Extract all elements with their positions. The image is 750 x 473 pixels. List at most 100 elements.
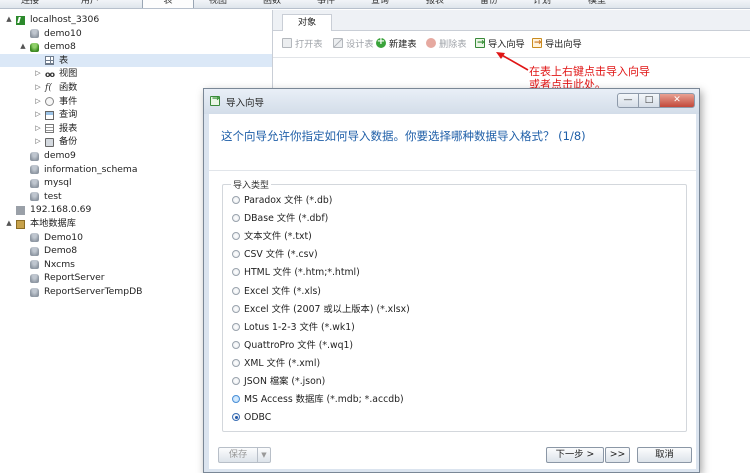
radio-selected-icon[interactable] bbox=[232, 413, 240, 422]
tree-item-label: Nxcms bbox=[44, 258, 75, 270]
radio-icon[interactable] bbox=[232, 340, 240, 349]
export-wizard-button[interactable]: 导出向导 bbox=[532, 36, 582, 52]
query-icon bbox=[45, 110, 54, 120]
new-table-icon bbox=[376, 35, 386, 49]
minimize-button[interactable]: — bbox=[617, 93, 639, 108]
radio-icon[interactable] bbox=[232, 358, 240, 367]
radio-icon[interactable] bbox=[232, 232, 240, 241]
toolbar-button-8[interactable]: 备份 bbox=[468, 0, 510, 8]
maximize-button[interactable]: □ bbox=[638, 93, 660, 108]
database-icon bbox=[30, 260, 39, 270]
main-toolbar: 连接 用户 表视图 函数 事件 查询 报表 备份 计划 模型 bbox=[0, 0, 750, 9]
toolbar-button-9[interactable]: 计划 bbox=[521, 0, 563, 8]
collapse-arrow-icon[interactable]: ▷ bbox=[34, 95, 42, 109]
tree-item-label: 备份 bbox=[59, 136, 78, 148]
import-type-option[interactable]: Lotus 1-2-3 文件 (*.wk1) bbox=[232, 322, 355, 334]
import-wizard-dialog: 导入向导 — □ ✕ 这个向导允许你指定如何导入数据。你要选择哪种数据导入格式？… bbox=[203, 88, 700, 473]
radio-icon[interactable] bbox=[232, 304, 240, 313]
import-type-option[interactable]: HTML 文件 (*.htm;*.html) bbox=[232, 267, 360, 279]
import-type-option[interactable]: Paradox 文件 (*.db) bbox=[232, 195, 332, 207]
toolbar-button-2[interactable]: 表 bbox=[142, 0, 194, 8]
save-dropdown-button[interactable]: ▼ bbox=[257, 447, 271, 463]
toolbar-button-3[interactable]: 视图 bbox=[197, 0, 239, 8]
collapse-arrow-icon[interactable]: ▷ bbox=[34, 108, 42, 122]
tree-item-label: demo9 bbox=[44, 150, 76, 161]
import-type-option-label: ODBC bbox=[244, 412, 272, 424]
database-icon bbox=[30, 192, 39, 202]
radio-icon[interactable] bbox=[232, 377, 240, 385]
tree-item-label: 表 bbox=[59, 54, 69, 66]
radio-icon[interactable] bbox=[232, 322, 240, 331]
import-type-option-label: DBase 文件 (*.dbf) bbox=[244, 213, 329, 225]
toolbar-button-7[interactable]: 报表 bbox=[414, 0, 456, 8]
save-button[interactable]: 保存 bbox=[218, 447, 258, 463]
import-type-option[interactable]: XML 文件 (*.xml) bbox=[232, 358, 320, 370]
delete-table-icon bbox=[426, 38, 436, 48]
tree-item-label: localhost_3306 bbox=[30, 14, 100, 25]
radio-icon[interactable] bbox=[232, 250, 240, 259]
collapse-arrow-icon[interactable]: ▷ bbox=[34, 81, 42, 95]
import-type-option[interactable]: QuattroPro 文件 (*.wq1) bbox=[232, 340, 353, 352]
annotation-line-1: 在表上右键点击导入向导 bbox=[529, 65, 650, 78]
radio-icon[interactable] bbox=[232, 214, 240, 223]
radio-icon[interactable] bbox=[232, 395, 240, 404]
close-button[interactable]: ✕ bbox=[659, 93, 695, 108]
radio-icon[interactable] bbox=[232, 286, 240, 295]
toolbar-button-label: 设计表 bbox=[346, 39, 374, 50]
expand-arrow-icon[interactable]: ▲ bbox=[19, 40, 27, 54]
tree-item[interactable]: ▷ oo 视图 bbox=[0, 67, 272, 81]
import-type-option[interactable]: Excel 文件 (2007 或以上版本) (*.xlsx) bbox=[232, 304, 410, 316]
tree-item[interactable]: ▲ localhost_3306 bbox=[0, 13, 272, 27]
database-icon bbox=[30, 246, 39, 256]
collapse-arrow-icon[interactable]: ▷ bbox=[34, 135, 42, 149]
tree-item[interactable]: ▲ demo8 bbox=[0, 40, 272, 54]
import-type-option-label: JSON 檔案 (*.json) bbox=[244, 376, 326, 387]
database-icon bbox=[30, 29, 39, 39]
cancel-button[interactable]: 取消 bbox=[637, 447, 692, 463]
view-icon: oo bbox=[45, 69, 55, 79]
toolbar-button-label: 导出向导 bbox=[545, 39, 582, 50]
import-type-option[interactable]: MS Access 数据库 (*.mdb; *.accdb) bbox=[232, 394, 404, 406]
tree-item[interactable]: 表 bbox=[0, 53, 272, 68]
next-button[interactable]: 下一步 > bbox=[546, 447, 604, 463]
import-type-option[interactable]: ODBC bbox=[232, 412, 271, 424]
radio-icon[interactable] bbox=[232, 268, 240, 277]
object-tab-bar: 对象 bbox=[273, 10, 750, 31]
expand-arrow-icon[interactable]: ▲ bbox=[5, 217, 13, 231]
import-type-option[interactable]: Excel 文件 (*.xls) bbox=[232, 286, 321, 298]
tab-objects[interactable]: 对象 bbox=[282, 14, 332, 31]
toolbar-button-5[interactable]: 事件 bbox=[305, 0, 347, 8]
toolbar-button-4[interactable]: 函数 bbox=[251, 0, 293, 8]
database-open-icon bbox=[30, 42, 39, 52]
design-table-button[interactable]: 设计表 bbox=[333, 38, 374, 52]
import-type-option[interactable]: 文本文件 (*.txt) bbox=[232, 231, 312, 243]
import-type-group: 导入类型 Paradox 文件 (*.db) DBase 文件 (*.dbf) 文本… bbox=[222, 178, 687, 432]
import-type-option-label: 文本文件 (*.txt) bbox=[244, 231, 312, 243]
tree-item[interactable]: demo10 bbox=[0, 27, 272, 41]
tree-item-label: 192.168.0.69 bbox=[30, 204, 92, 216]
radio-icon[interactable] bbox=[232, 196, 240, 204]
import-type-option-label: CSV 文件 (*.csv) bbox=[244, 249, 318, 261]
tree-item-label: test bbox=[44, 190, 62, 202]
expand-arrow-icon[interactable]: ▲ bbox=[5, 13, 13, 27]
toolbar-button-1[interactable]: 用户 bbox=[70, 0, 110, 8]
tree-item-label: demo8 bbox=[44, 41, 76, 53]
new-table-button[interactable]: 新建表 bbox=[376, 35, 417, 52]
import-type-option-label: Excel 文件 (2007 或以上版本) (*.xlsx) bbox=[244, 303, 410, 315]
collapse-arrow-icon[interactable]: ▷ bbox=[34, 67, 42, 81]
toolbar-button-10[interactable]: 模型 bbox=[576, 0, 618, 8]
import-type-option[interactable]: JSON 檔案 (*.json) bbox=[232, 376, 325, 388]
dialog-titlebar[interactable]: 导入向导 — □ ✕ bbox=[204, 89, 699, 114]
import-type-option[interactable]: CSV 文件 (*.csv) bbox=[232, 249, 318, 261]
last-step-button[interactable]: >> bbox=[605, 447, 630, 463]
local-database-icon bbox=[16, 219, 25, 229]
toolbar-button-0[interactable]: 连接 bbox=[10, 0, 50, 8]
import-type-option-label: Paradox 文件 (*.db) bbox=[244, 195, 333, 206]
wizard-heading: 这个向导允许你指定如何导入数据。你要选择哪种数据导入格式？ (1/8) bbox=[221, 129, 586, 143]
import-type-option[interactable]: DBase 文件 (*.dbf) bbox=[232, 213, 328, 225]
open-table-button[interactable]: 打开表 bbox=[282, 38, 323, 52]
collapse-arrow-icon[interactable]: ▷ bbox=[34, 122, 42, 136]
delete-table-button[interactable]: 删除表 bbox=[426, 38, 467, 52]
tree-item-label: Demo8 bbox=[44, 245, 78, 257]
toolbar-button-6[interactable]: 查询 bbox=[359, 0, 401, 8]
